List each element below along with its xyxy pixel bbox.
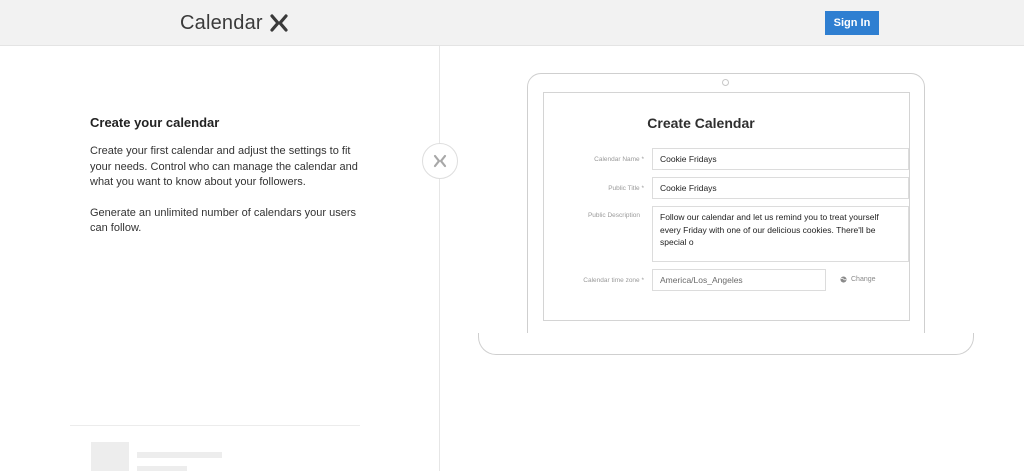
timezone-input[interactable]: America/Los_Angeles (652, 269, 826, 291)
logo-text: Calendar (180, 11, 263, 34)
laptop-illustration-base (478, 333, 974, 355)
calendar-logo[interactable]: Calendar (180, 10, 289, 36)
intro-paragraph-1: Create your first calendar and adjust th… (90, 145, 358, 188)
change-timezone-button[interactable]: Change (840, 276, 876, 283)
vertical-divider (439, 46, 440, 471)
sign-in-button[interactable]: Sign In (825, 11, 879, 35)
placeholder-thumbnail (91, 442, 129, 471)
timezone-label: Calendar time zone * (583, 277, 644, 284)
calendar-name-input[interactable]: Cookie Fridays (652, 148, 909, 170)
globe-icon (840, 276, 847, 283)
laptop-camera (722, 79, 729, 86)
intro-heading: Create your calendar (90, 115, 220, 130)
public-description-textarea[interactable]: Follow our calendar and let us remind yo… (652, 206, 909, 262)
calendar-x-logo-icon (270, 14, 288, 32)
calendar-name-label: Calendar Name * (594, 156, 644, 163)
public-title-input[interactable]: Cookie Fridays (652, 177, 909, 199)
public-description-label: Public Description (587, 212, 640, 219)
divider-badge (422, 143, 458, 179)
intro-paragraph-2: Generate an unlimited number of calendar… (90, 206, 356, 235)
section-separator (70, 425, 360, 426)
top-header: Calendar Sign In (0, 0, 1024, 46)
x-close-icon (433, 154, 447, 168)
placeholder-line (137, 466, 187, 471)
placeholder-line (137, 452, 222, 458)
change-label: Change (851, 276, 876, 283)
create-calendar-title: Create Calendar (647, 115, 755, 131)
public-title-label: Public Title * (608, 185, 644, 192)
intro-section: Create your calendar Create your first c… (90, 115, 360, 252)
